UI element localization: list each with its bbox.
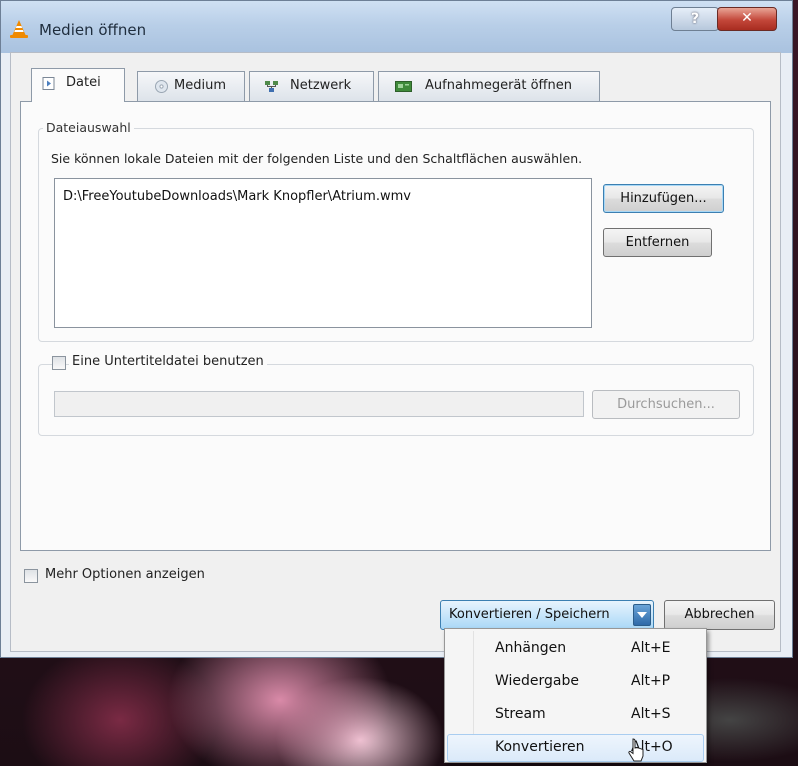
convert-save-split-button[interactable]: Konvertieren / Speichern (440, 600, 654, 630)
network-icon (265, 81, 278, 92)
tab-label: Medium (174, 78, 226, 93)
subtitle-path-field (54, 391, 584, 417)
disc-icon (155, 80, 168, 93)
convert-save-label: Konvertieren / Speichern (449, 607, 610, 622)
tab-label: Netzwerk (290, 78, 352, 93)
menu-item-shortcut: Alt+E (631, 640, 671, 656)
menu-item-label: Anhängen (495, 640, 567, 656)
window-title: Medien öffnen (39, 21, 147, 39)
file-icon (42, 77, 55, 90)
menu-item-shortcut: Alt+S (631, 706, 671, 722)
more-options-checkbox[interactable] (24, 569, 38, 583)
dropdown-arrow-icon[interactable] (633, 604, 651, 626)
help-button[interactable]: ? (671, 7, 719, 31)
title-bar[interactable]: Medien öffnen ? ✕ (1, 1, 792, 53)
file-selection-title: Dateiauswahl (43, 120, 134, 135)
vlc-cone-icon (10, 20, 28, 38)
cancel-button[interactable]: Abbrechen (664, 600, 775, 630)
menu-item-label: Stream (495, 706, 546, 722)
convert-dropdown-menu: Anhängen Alt+E Wiedergabe Alt+P Stream A… (444, 628, 707, 763)
tab-netzwerk[interactable]: Netzwerk (249, 71, 374, 101)
close-button[interactable]: ✕ (717, 7, 777, 31)
menu-item-label: Wiedergabe (495, 673, 580, 689)
menu-item-konvertieren[interactable]: Konvertieren Alt+O (447, 734, 704, 762)
menu-item-label: Konvertieren (495, 739, 585, 755)
list-item[interactable]: D:\FreeYoutubeDownloads\Mark Knopfler\At… (63, 189, 411, 204)
subtitle-checkbox-label: Eine Untertiteldatei benutzen (69, 354, 267, 369)
file-selection-info: Sie können lokale Dateien mit der folgen… (51, 151, 583, 166)
tab-label: Datei (66, 75, 101, 90)
browse-subtitle-button: Durchsuchen... (592, 390, 740, 419)
more-options-label: Mehr Optionen anzeigen (45, 567, 205, 582)
subtitle-checkbox[interactable] (52, 356, 66, 370)
capture-card-icon (395, 81, 412, 92)
menu-item-stream[interactable]: Stream Alt+S (447, 701, 704, 729)
tab-medium[interactable]: Medium (137, 71, 245, 101)
menu-item-anhaengen[interactable]: Anhängen Alt+E (447, 635, 704, 663)
tab-datei[interactable]: Datei (31, 68, 125, 102)
menu-item-wiedergabe[interactable]: Wiedergabe Alt+P (447, 668, 704, 696)
tab-aufnahmegeraet[interactable]: Aufnahmegerät öffnen (378, 71, 600, 101)
tab-label: Aufnahmegerät öffnen (425, 78, 572, 93)
menu-item-shortcut: Alt+P (631, 673, 671, 689)
add-file-button[interactable]: Hinzufügen... (603, 184, 724, 213)
file-list[interactable]: D:\FreeYoutubeDownloads\Mark Knopfler\At… (54, 178, 592, 328)
mouse-pointer-icon (628, 738, 644, 762)
remove-file-button[interactable]: Entfernen (603, 228, 712, 257)
